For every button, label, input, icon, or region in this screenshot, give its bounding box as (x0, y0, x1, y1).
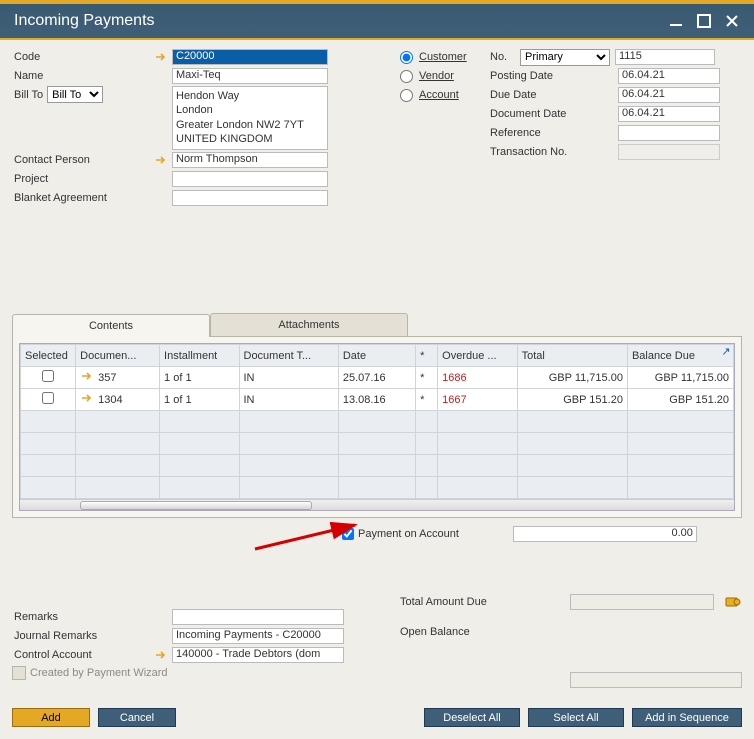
table-row[interactable]: 357 1 of 1 IN 25.07.16 * 1686 GBP 11,715… (21, 367, 734, 389)
project-label: Project (12, 173, 154, 185)
payment-on-account-label: Payment on Account (358, 528, 459, 540)
docdate-label: Document Date (488, 108, 618, 120)
account-radio[interactable]: Account (400, 87, 488, 104)
window-title: Incoming Payments (14, 12, 155, 30)
journal-label: Journal Remarks (12, 630, 154, 642)
row-checkbox[interactable] (42, 392, 54, 404)
tab-attachments[interactable]: Attachments (210, 313, 408, 336)
control-input[interactable]: 140000 - Trade Debtors (dom (172, 647, 344, 663)
trans-input (618, 144, 720, 160)
code-label: Code (12, 51, 154, 63)
col-date[interactable]: Date (338, 345, 415, 367)
due-input[interactable]: 06.04.21 (618, 87, 720, 103)
due-label: Due Date (488, 89, 618, 101)
table-row (21, 455, 734, 477)
table-row (21, 477, 734, 499)
close-icon[interactable] (724, 13, 740, 29)
posting-label: Posting Date (488, 70, 618, 82)
payment-on-account-amount[interactable]: 0.00 (513, 526, 697, 542)
total-due-label: Total Amount Due (400, 596, 560, 608)
payment-means-icon[interactable] (724, 593, 742, 611)
table-row (21, 433, 734, 455)
add-in-sequence-button[interactable]: Add in Sequence (632, 708, 742, 727)
minimize-icon[interactable] (668, 13, 684, 29)
tab-contents[interactable]: Contents (12, 314, 210, 337)
journal-input[interactable]: Incoming Payments - C20000 (172, 628, 344, 644)
cancel-button[interactable]: Cancel (98, 708, 176, 727)
billto-select[interactable]: Bill To (47, 86, 103, 103)
deselect-all-button[interactable]: Deselect All (424, 708, 520, 727)
add-button[interactable]: Add (12, 708, 90, 727)
remarks-label: Remarks (12, 611, 154, 623)
control-label: Control Account (12, 649, 154, 661)
col-balance[interactable]: Balance Due (627, 345, 733, 367)
blanket-input[interactable] (172, 190, 328, 206)
created-by-wizard-checkbox (12, 666, 26, 680)
ref-input[interactable] (618, 125, 720, 141)
created-by-wizard-label: Created by Payment Wizard (30, 667, 168, 679)
col-overdue[interactable]: Overdue ... (438, 345, 517, 367)
total-due-input (570, 594, 714, 610)
table-row (21, 411, 734, 433)
col-selected[interactable]: Selected (21, 345, 76, 367)
link-arrow-icon[interactable] (154, 650, 168, 660)
col-document[interactable]: Documen... (76, 345, 160, 367)
trans-label: Transaction No. (488, 146, 618, 158)
table-row[interactable]: 1304 1 of 1 IN 13.08.16 * 1667 GBP 151.2… (21, 389, 734, 411)
select-all-button[interactable]: Select All (528, 708, 624, 727)
name-label: Name (12, 70, 154, 82)
no-label: No. (488, 51, 520, 63)
link-arrow-icon[interactable] (154, 52, 168, 62)
posting-input[interactable]: 06.04.21 (618, 68, 720, 84)
expand-icon[interactable]: ↗ (719, 345, 733, 359)
address-input[interactable]: Hendon Way London Greater London NW2 7YT… (172, 86, 328, 150)
link-arrow-icon[interactable] (80, 393, 94, 403)
col-doctype[interactable]: Document T... (239, 345, 338, 367)
docnum-input[interactable]: 1115 (615, 49, 715, 65)
titlebar: Incoming Payments (0, 4, 754, 40)
vendor-radio[interactable]: Vendor (400, 68, 488, 85)
link-arrow-icon[interactable] (80, 371, 94, 381)
open-balance-label: Open Balance (400, 626, 560, 638)
row-checkbox[interactable] (42, 370, 54, 382)
col-ast[interactable]: * (416, 345, 438, 367)
docdate-input[interactable]: 06.04.21 (618, 106, 720, 122)
contact-input[interactable]: Norm Thompson (172, 152, 328, 168)
project-input[interactable] (172, 171, 328, 187)
billto-label: Bill To (14, 89, 43, 101)
ref-label: Reference (488, 127, 618, 139)
open-balance-input (570, 672, 742, 688)
no-select[interactable]: Primary (520, 49, 610, 66)
remarks-input[interactable] (172, 609, 344, 625)
documents-grid[interactable]: ↗ Selected Documen... Installment Docume… (19, 343, 735, 511)
blanket-label: Blanket Agreement (12, 192, 154, 204)
name-input[interactable]: Maxi-Teq (172, 68, 328, 84)
customer-radio[interactable]: Customer (400, 49, 488, 66)
col-total[interactable]: Total (517, 345, 627, 367)
contact-label: Contact Person (12, 154, 154, 166)
horizontal-scrollbar[interactable] (20, 499, 734, 510)
col-installment[interactable]: Installment (160, 345, 239, 367)
link-arrow-icon[interactable] (154, 155, 168, 165)
maximize-icon[interactable] (696, 13, 712, 29)
payment-on-account-checkbox[interactable] (342, 528, 354, 540)
code-input[interactable]: C20000 (172, 49, 328, 65)
